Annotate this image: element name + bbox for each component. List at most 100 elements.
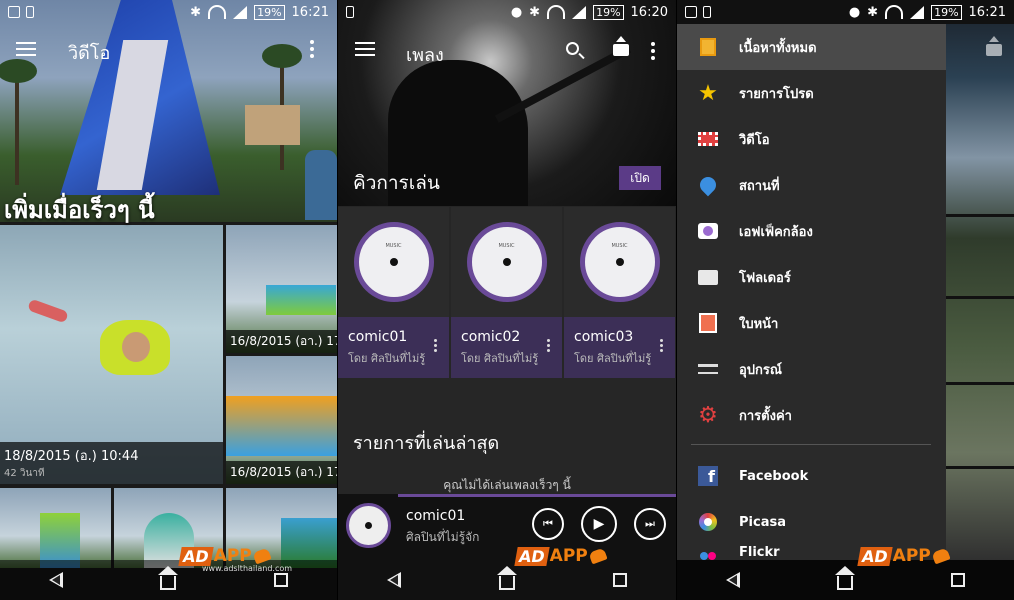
menu-icon[interactable] <box>16 42 36 56</box>
signal-icon <box>910 5 925 19</box>
album-meta: comic02 โดย ศิลปินที่ไม่รู้ <box>451 317 562 378</box>
drawer-item-facebook[interactable]: f Facebook <box>677 453 946 499</box>
drawer-item-camera-effects[interactable]: เอฟเฟ็คกล้อง <box>677 208 946 254</box>
recent-apps-icon[interactable] <box>274 573 289 587</box>
clock: 16:21 <box>291 4 329 20</box>
album-overflow-icon[interactable] <box>434 339 437 342</box>
watermark-brand: APP <box>892 546 931 566</box>
drawer-item-label: สถานที่ <box>739 178 780 194</box>
picasa-icon <box>697 511 719 533</box>
playback-progress[interactable] <box>398 494 676 497</box>
menu-icon[interactable] <box>355 42 375 56</box>
device-icon <box>697 358 719 380</box>
navigation-drawer: เนื้อหาทั้งหมด ★ รายการโปรด วิดีโอ สถานท… <box>677 24 946 560</box>
video-thumbnail-3[interactable]: 16/8/2015 (อา.) 17 <box>226 356 337 484</box>
video-thumbnail-2[interactable]: 16/8/2015 (อา.) 17 <box>226 225 337 353</box>
recent-apps-icon[interactable] <box>951 573 966 587</box>
album-card-3[interactable]: MUSIC comic03 โดย ศิลปินที่ไม่รู้ <box>564 207 675 378</box>
drawer-item-label: ใบหน้า <box>739 316 779 332</box>
drawer-item-label: Facebook <box>739 468 809 484</box>
overflow-menu-icon[interactable] <box>310 40 314 44</box>
home-icon[interactable] <box>158 566 179 590</box>
video-date: 16/8/2015 (อา.) 17 <box>230 465 337 479</box>
flickr-icon <box>697 545 719 560</box>
clock: 16:21 <box>968 4 1006 20</box>
drawer-item-folders[interactable]: โฟลเดอร์ <box>677 254 946 300</box>
album-name: comic03 <box>574 329 634 345</box>
section-title: เพิ่มเมื่อเร็วๆ นี้ <box>4 196 155 224</box>
search-icon[interactable] <box>566 42 579 55</box>
album-artist: โดย ศิลปินที่ไม่รู้ <box>348 352 426 365</box>
video-duration: 42 วินาที <box>4 468 45 479</box>
share-icon[interactable] <box>613 36 629 56</box>
drawer-item-devices[interactable]: อุปกรณ์ <box>677 346 946 392</box>
album-art: MUSIC <box>451 207 562 317</box>
navigation-bar <box>338 560 676 600</box>
drawer-item-all-content[interactable]: เนื้อหาทั้งหมด <box>677 24 946 70</box>
album-card-1[interactable]: MUSIC comic01 โดย ศิลปินที่ไม่รู้ <box>338 207 449 378</box>
album-overflow-icon[interactable] <box>547 339 550 342</box>
hand-icon <box>931 547 951 565</box>
gallery-notification-icon <box>685 6 697 18</box>
queue-heading: คิวการเล่น <box>353 172 440 194</box>
video-thumbnail-1[interactable]: 18/8/2015 (อ.) 10:44 42 วินาที <box>0 225 223 484</box>
album-art: MUSIC <box>564 207 675 317</box>
drawer-item-label: อุปกรณ์ <box>739 362 782 378</box>
home-icon[interactable] <box>835 566 856 590</box>
camera-icon <box>697 220 719 242</box>
wifi-icon <box>547 5 566 19</box>
inflatable-image <box>226 396 337 456</box>
device-notification-icon <box>346 6 354 18</box>
next-button[interactable]: ⏭ <box>634 508 666 540</box>
mini-player[interactable]: comic01 ศิลปินที่ไม่รู้จัก ⏮ ▶ ⏭ <box>338 494 676 560</box>
watermark-prefix: AD <box>857 546 893 566</box>
inflatable-image <box>266 285 336 315</box>
album-overflow-icon[interactable] <box>660 339 663 342</box>
hero-thumbnail[interactable] <box>0 0 337 222</box>
status-bar: ● ✱ 19% 16:20 <box>338 0 676 24</box>
video-date: 18/8/2015 (อ.) 10:44 <box>4 449 139 464</box>
overflow-menu-icon[interactable] <box>651 42 655 46</box>
wifi-icon <box>208 5 227 19</box>
video-caption: 16/8/2015 (อา.) 17 <box>226 461 337 484</box>
gallery-notification-icon <box>8 6 20 18</box>
previous-button[interactable]: ⏮ <box>532 508 564 540</box>
swimmer-image <box>100 320 170 375</box>
drawer-item-settings[interactable]: ⚙ การตั้งค่า <box>677 392 946 438</box>
drawer-item-videos[interactable]: วิดีโอ <box>677 116 946 162</box>
home-icon[interactable] <box>497 566 517 590</box>
recent-empty-text: คุณไม่ได้เล่นเพลงเร็วๆ นี้ <box>443 478 571 492</box>
video-thumbnail-4[interactable] <box>0 488 111 568</box>
now-playing-title: comic01 <box>406 508 466 524</box>
drawer-item-picasa[interactable]: Picasa <box>677 499 946 545</box>
guitar-silhouette <box>494 45 632 123</box>
drawer-item-places[interactable]: สถานที่ <box>677 162 946 208</box>
device-notification-icon <box>703 6 711 18</box>
back-icon[interactable] <box>48 572 63 588</box>
gear-icon: ⚙ <box>698 402 718 428</box>
drawer-item-faces[interactable]: ใบหน้า <box>677 300 946 346</box>
play-button[interactable]: ▶ <box>581 506 617 542</box>
grid-icon <box>697 36 719 58</box>
page-title: วิดีโอ <box>68 43 111 64</box>
disc-label: MUSIC <box>611 243 628 249</box>
open-queue-button[interactable]: เปิด <box>619 166 661 190</box>
recent-heading: รายการที่เล่นล่าสุด <box>353 433 500 454</box>
back-icon[interactable] <box>387 572 401 588</box>
album-card-2[interactable]: MUSIC comic02 โดย ศิลปินที่ไม่รู้ <box>451 207 562 378</box>
drawer-item-label: วิดีโอ <box>739 132 770 148</box>
location-icon: ● <box>510 4 523 20</box>
drawer-item-favorites[interactable]: ★ รายการโปรด <box>677 70 946 116</box>
navigation-bar <box>677 560 1014 600</box>
back-icon[interactable] <box>725 572 740 588</box>
disc-label: MUSIC <box>498 243 515 249</box>
share-icon[interactable] <box>986 36 1002 56</box>
watermark-prefix: AD <box>514 546 550 566</box>
video-screen: ✱ 19% 16:21 วิดีโอ เพิ่มเมื่อเร็วๆ นี้ 1… <box>0 0 337 600</box>
recent-apps-icon[interactable] <box>613 573 627 587</box>
bluetooth-icon: ✱ <box>529 4 541 20</box>
album-artist: โดย ศิลปินที่ไม่รู้ <box>574 352 652 365</box>
video-caption: 18/8/2015 (อ.) 10:44 42 วินาที <box>0 442 223 484</box>
drawer-item-label: Picasa <box>739 514 786 530</box>
video-caption: 16/8/2015 (อา.) 17 <box>226 330 337 353</box>
